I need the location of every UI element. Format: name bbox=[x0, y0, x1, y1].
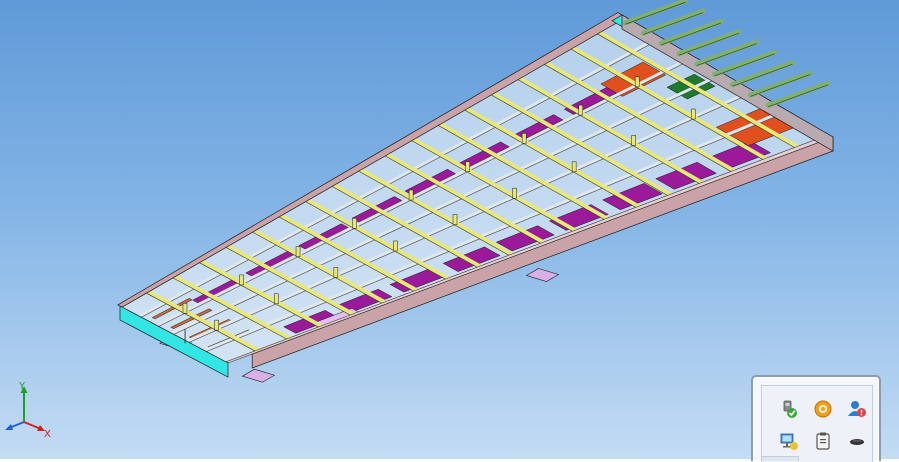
orange-ring-app-icon[interactable] bbox=[812, 398, 834, 420]
x-axis-line bbox=[23, 421, 42, 430]
usb-safely-remove-icon[interactable] bbox=[778, 398, 800, 420]
yellow-post bbox=[408, 189, 414, 201]
yellow-post bbox=[182, 302, 188, 314]
yellow-post bbox=[691, 108, 696, 120]
yellow-post bbox=[631, 135, 636, 146]
support-pad bbox=[241, 368, 276, 383]
yellow-post bbox=[465, 161, 470, 172]
user-warning-icon[interactable] bbox=[846, 398, 868, 420]
yellow-post bbox=[571, 161, 577, 173]
yellow-post bbox=[239, 274, 244, 286]
x-axis-label: X bbox=[44, 429, 51, 440]
yellow-post bbox=[578, 104, 583, 116]
yellow-post bbox=[214, 319, 219, 331]
yellow-post bbox=[512, 187, 517, 199]
tray-icon-panel bbox=[761, 385, 873, 462]
yellow-post bbox=[274, 293, 279, 305]
pipe-edge bbox=[768, 84, 829, 108]
network-monitor-icon[interactable] bbox=[778, 430, 800, 452]
z-axis-arrow bbox=[5, 424, 13, 430]
yellow-post bbox=[333, 267, 339, 278]
yellow-post bbox=[452, 214, 458, 225]
coordinate-axes-icon: Y X bbox=[5, 381, 51, 440]
y-axis-label: Y bbox=[18, 381, 26, 392]
clipboard-device-icon[interactable] bbox=[812, 430, 834, 452]
yellow-post bbox=[352, 218, 357, 229]
yellow-post bbox=[295, 246, 301, 257]
yellow-post bbox=[634, 76, 640, 88]
yellow-post bbox=[521, 133, 527, 144]
pen-tablet-icon[interactable] bbox=[846, 430, 868, 452]
support-pad bbox=[525, 268, 560, 282]
system-tray-popup bbox=[751, 375, 881, 462]
yellow-post bbox=[393, 240, 398, 252]
